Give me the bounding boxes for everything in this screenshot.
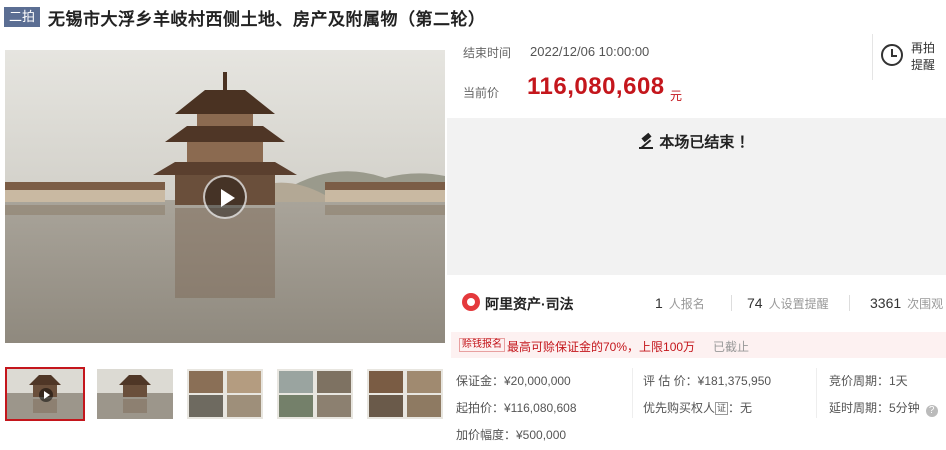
increment-info: 加价幅度：¥500,000 [456,428,567,442]
deposit-info: 保证金：¥20,000,000 [456,374,571,388]
view-stat: 3361 次围观 [870,295,943,312]
registered-stat: 1 人报名 [655,295,705,312]
play-video-button[interactable] [203,175,247,219]
thumbnail-5-image [367,369,443,419]
ali-assets-logo-icon [462,293,480,311]
priority-buyer-label: 优先购买权人 [643,401,716,415]
current-price-value: 116,080,608 [527,73,665,100]
registered-label: 人报名 [668,297,705,311]
gavel-icon [639,135,654,149]
appraisal-info: 评 估 价：¥181,375,950 [643,374,772,388]
remind-label: 再拍提醒 [911,41,936,72]
view-count: 3361 [870,295,902,311]
bidding-period-info: 竞价周期：1天 [829,374,908,388]
delay-period-text: 延时周期：5分钟 [829,401,920,415]
thumbnail-strip [5,367,445,421]
end-time-label: 结束时间 [463,46,512,60]
starting-price-info: 起拍价：¥116,080,608 [456,401,577,415]
thumbnail-2-image [97,369,173,419]
registered-count: 1 [655,295,663,311]
help-icon[interactable]: ? [925,405,938,417]
currency-unit: 元 [670,89,683,103]
certificate-icon: 证 [715,402,729,415]
reminder-count: 74 [747,295,763,311]
alarm-clock-icon [881,44,903,66]
reminder-stat: 74 人设置提醒 [747,295,829,312]
credit-signup-status: 已截止 [713,340,750,354]
title-row: 二拍 无锡市大浮乡羊岐村西侧土地、房产及附属物（第二轮） [4,6,486,29]
delay-period-info: 延时周期：5分钟? [829,399,938,417]
divider [731,295,732,311]
reminder-label: 人设置提醒 [768,297,829,311]
credit-signup-notice: 赊钱报名 最高可赊保证金的70%，上限100万 已截止 [451,332,946,358]
thumbnail-4[interactable] [275,367,355,421]
divider [849,295,850,311]
auction-ended-panel: 本场已结束 ！ [447,118,946,275]
current-price-label: 当前价 [463,86,500,100]
thumbnail-3[interactable] [185,367,265,421]
credit-signup-tag: 赊钱报名 [459,338,505,352]
divider [816,368,817,418]
priority-buyer-value: ：无 [728,401,753,415]
round-badge: 二拍 [4,7,41,27]
thumbnail-video[interactable] [5,367,85,421]
play-icon [39,388,53,402]
page-title: 无锡市大浮乡羊岐村西侧土地、房产及附属物（第二轮） [48,9,486,29]
priority-buyer-info: 优先购买权人证：无 [643,399,752,416]
divider [632,368,633,418]
thumbnail-5[interactable] [365,367,445,421]
end-time-value: 2022/12/06 10:00:00 [530,44,650,59]
ended-message-row: 本场已结束 ！ [447,131,946,152]
brand-stats-row: 阿里资产·司法 1 人报名 74 人设置提醒 3361 次围观 [447,284,946,322]
thumbnail-3-image [187,369,263,419]
main-photo[interactable] [5,50,445,343]
thumbnail-4-image [277,369,353,419]
ended-message: 本场已结束 ！ [659,134,754,151]
view-label: 次围观 [907,297,944,311]
credit-signup-text: 最高可赊保证金的70%，上限100万 [507,340,696,354]
brand-name: 阿里资产·司法 [485,296,574,312]
thumbnail-2[interactable] [95,367,175,421]
remind-button[interactable]: 再拍提醒 [872,34,946,80]
